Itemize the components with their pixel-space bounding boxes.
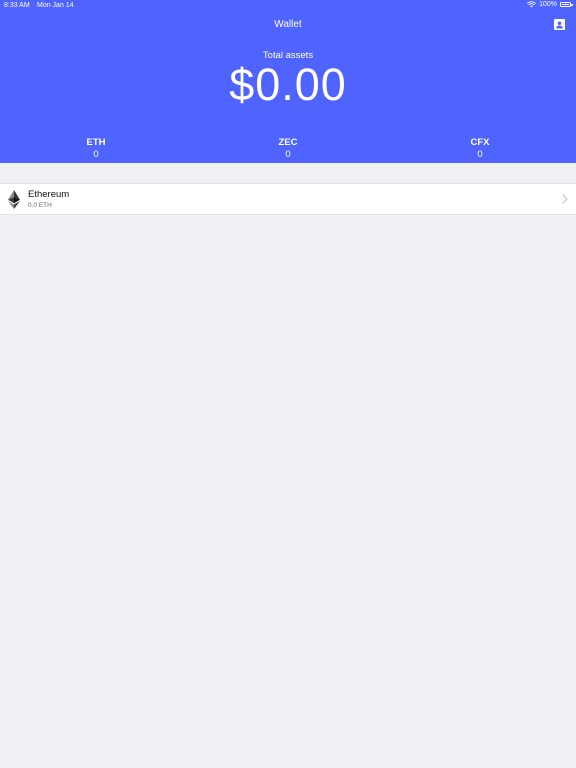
coin-amount: 0 [285, 149, 291, 160]
asset-row-ethereum[interactable]: Ethereum 0.0 ETH [0, 183, 576, 215]
status-bar: 8:33 AM Mon Jan 14 100% [0, 0, 576, 13]
contact-card-icon [553, 18, 565, 30]
coin-symbol: ETH [86, 137, 106, 148]
wallet-header: 8:33 AM Mon Jan 14 100% Wallet Total ass… [0, 0, 576, 163]
asset-balance: 0.0 ETH [28, 202, 52, 209]
coin-summary-zec[interactable]: ZEC 0 [228, 137, 348, 162]
coin-summary-eth[interactable]: ETH 0 [36, 137, 156, 162]
page-title: Wallet [274, 19, 302, 30]
total-assets-value: $0.00 [229, 59, 347, 110]
ethereum-logo-icon [8, 190, 20, 209]
wifi-icon [527, 1, 536, 8]
account-button[interactable] [552, 17, 566, 31]
status-indicators: 100% [527, 1, 573, 8]
status-date: Mon Jan 14 [37, 2, 74, 9]
coin-symbol: ZEC [278, 137, 298, 148]
coin-summary-cfx[interactable]: CFX 0 [420, 137, 540, 162]
status-time: 8:33 AM [4, 2, 30, 9]
coin-amount: 0 [477, 149, 483, 160]
asset-name: Ethereum [28, 189, 70, 200]
battery-icon [560, 2, 573, 7]
battery-percent: 100% [539, 1, 557, 8]
coin-amount: 0 [93, 149, 99, 160]
coin-symbol: CFX [470, 137, 490, 148]
chevron-right-icon [562, 194, 568, 204]
wallet-screen: 8:33 AM Mon Jan 14 100% Wallet Total ass… [0, 0, 576, 768]
